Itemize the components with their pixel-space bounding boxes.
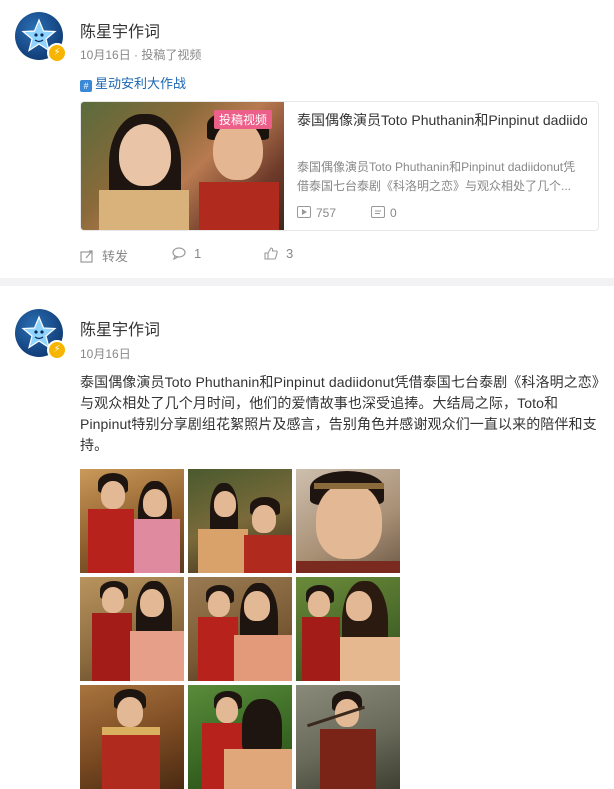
- comment-icon: [371, 206, 385, 218]
- photo-3[interactable]: [296, 469, 400, 573]
- play-count-value: 757: [316, 206, 337, 220]
- post-1: ⚡ 陈星宇作词 10月16日 · 投稿了视频 # 星动安利大作战 投稿视频 泰国偶…: [0, 0, 614, 278]
- topic-label: 星动安利大作战: [95, 76, 187, 91]
- topic-link[interactable]: # 星动安利大作战: [80, 73, 186, 92]
- play-count: 757: [297, 206, 336, 220]
- comment-count-label: 1: [194, 246, 202, 261]
- post-text: 泰国偶像演员Toto Phuthanin和Pinpinut dadiidonut…: [80, 374, 600, 453]
- photo-4[interactable]: [80, 577, 184, 681]
- like-button[interactable]: 3: [264, 246, 293, 261]
- comment-button[interactable]: 1: [172, 246, 201, 261]
- post-meta[interactable]: 10月16日 · 投稿了视频: [80, 46, 201, 63]
- photo-9[interactable]: [296, 685, 400, 789]
- repost-icon: [80, 250, 93, 263]
- username[interactable]: 陈星宇作词: [80, 18, 160, 42]
- comment-icon: [172, 247, 186, 260]
- video-badge: 投稿视频: [214, 110, 273, 129]
- video-title[interactable]: 泰国偶像演员Toto Phuthanin和Pinpinut dadiidonut…: [297, 110, 587, 130]
- photo-2[interactable]: [188, 469, 292, 573]
- post-divider: [0, 278, 614, 286]
- photo-7[interactable]: [80, 685, 184, 789]
- comment-count-value: 0: [390, 206, 397, 220]
- action-bar: 转发 1 3: [80, 246, 600, 264]
- video-thumbnail: 投稿视频: [81, 102, 284, 230]
- topic-icon: #: [80, 80, 92, 92]
- username[interactable]: 陈星宇作词: [80, 316, 160, 340]
- repost-label: 转发: [102, 249, 129, 264]
- video-description: 泰国偶像演员Toto Phuthanin和Pinpinut dadiidonut…: [297, 160, 576, 193]
- post-meta[interactable]: 10月16日: [80, 345, 131, 362]
- like-count-label: 3: [286, 246, 294, 261]
- video-card[interactable]: 投稿视频 泰国偶像演员Toto Phuthanin和Pinpinut dadii…: [80, 101, 599, 231]
- verified-badge-icon: ⚡: [47, 43, 67, 63]
- play-icon: [297, 206, 311, 218]
- thumbs-up-icon: [264, 247, 278, 260]
- photo-5[interactable]: [188, 577, 292, 681]
- photo-1[interactable]: [80, 469, 184, 573]
- comment-count: 0: [371, 206, 397, 220]
- repost-button[interactable]: 转发: [80, 246, 128, 265]
- verified-badge-icon: ⚡: [47, 340, 67, 360]
- photo-8[interactable]: [188, 685, 292, 789]
- photo-6[interactable]: [296, 577, 400, 681]
